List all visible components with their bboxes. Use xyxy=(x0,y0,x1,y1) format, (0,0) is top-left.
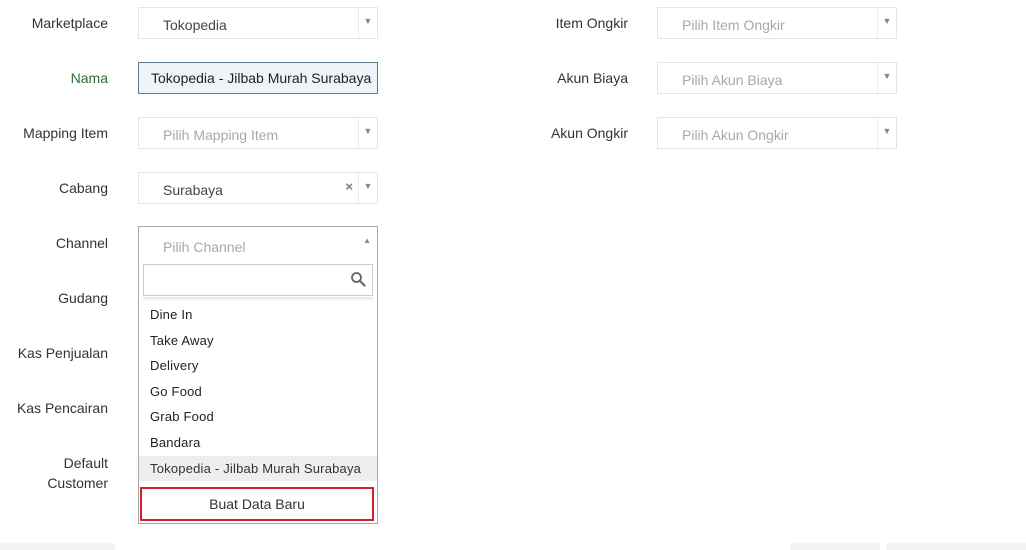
default-customer-label: Default Customer xyxy=(0,453,108,493)
channel-search-input[interactable] xyxy=(144,265,342,295)
channel-search-box xyxy=(143,264,373,296)
chevron-down-icon: ▼ xyxy=(358,8,377,38)
channel-dropdown: Pilih Channel ▲ Dine In Take Away Delivery… xyxy=(138,226,378,524)
channel-option[interactable]: Go Food xyxy=(139,379,377,405)
channel-select[interactable]: Pilih Channel ▲ xyxy=(139,227,377,261)
kas-pencairan-label: Kas Pencairan xyxy=(16,400,108,416)
mapping-item-select[interactable]: Pilih Mapping Item ▼ xyxy=(138,117,378,149)
akun-biaya-label: Akun Biaya xyxy=(557,70,628,86)
cabang-label: Cabang xyxy=(58,180,108,196)
footer-strip xyxy=(790,543,880,550)
chevron-down-icon: ▼ xyxy=(358,173,377,203)
footer-strip xyxy=(0,543,115,550)
channel-option[interactable]: Take Away xyxy=(139,328,377,354)
item-ongkir-select[interactable]: Pilih Item Ongkir ▼ xyxy=(657,7,897,39)
footer-strip xyxy=(886,543,1026,550)
marketplace-label: Marketplace xyxy=(31,15,108,31)
cabang-select-value: Surabaya xyxy=(163,182,223,198)
chevron-down-icon: ▼ xyxy=(877,118,896,148)
akun-ongkir-placeholder: Pilih Akun Ongkir xyxy=(682,127,789,143)
chevron-down-icon: ▼ xyxy=(877,63,896,93)
chevron-up-icon: ▲ xyxy=(363,236,371,245)
chevron-down-icon: ▼ xyxy=(358,118,377,148)
nama-input[interactable] xyxy=(139,63,377,93)
item-ongkir-placeholder: Pilih Item Ongkir xyxy=(682,17,785,33)
clear-icon[interactable]: × xyxy=(345,179,353,194)
mapping-item-label: Mapping Item xyxy=(23,125,108,141)
marketplace-select-value: Tokopedia xyxy=(163,17,227,33)
channel-options-list: Dine In Take Away Delivery Go Food Grab Food… xyxy=(139,302,377,482)
kas-penjualan-label: Kas Penjualan xyxy=(17,345,108,361)
channel-option[interactable]: Dine In xyxy=(139,302,377,328)
akun-ongkir-label: Akun Ongkir xyxy=(550,125,628,141)
default-customer-label-line2: Customer xyxy=(47,475,108,491)
search-divider xyxy=(143,297,373,301)
default-customer-label-line1: Default xyxy=(63,455,108,471)
channel-option[interactable]: Tokopedia - Jilbab Murah Surabaya xyxy=(139,455,377,482)
chevron-down-icon: ▼ xyxy=(877,8,896,38)
channel-placeholder: Pilih Channel xyxy=(163,239,246,255)
channel-option[interactable]: Delivery xyxy=(139,353,377,379)
cabang-select[interactable]: Surabaya × ▼ xyxy=(138,172,378,204)
akun-biaya-select[interactable]: Pilih Akun Biaya ▼ xyxy=(657,62,897,94)
mapping-item-placeholder: Pilih Mapping Item xyxy=(163,127,279,143)
item-ongkir-label: Item Ongkir xyxy=(555,15,628,31)
channel-option[interactable]: Grab Food xyxy=(139,404,377,430)
search-icon xyxy=(351,272,366,287)
nama-input-wrapper xyxy=(138,62,378,94)
create-new-data-button[interactable]: Buat Data Baru xyxy=(140,487,374,521)
gudang-label: Gudang xyxy=(58,290,108,306)
channel-label: Channel xyxy=(55,235,108,251)
akun-biaya-placeholder: Pilih Akun Biaya xyxy=(682,72,783,88)
nama-label: Nama xyxy=(70,70,108,86)
akun-ongkir-select[interactable]: Pilih Akun Ongkir ▼ xyxy=(657,117,897,149)
channel-option[interactable]: Bandara xyxy=(139,430,377,456)
marketplace-select[interactable]: Tokopedia ▼ xyxy=(138,7,378,39)
